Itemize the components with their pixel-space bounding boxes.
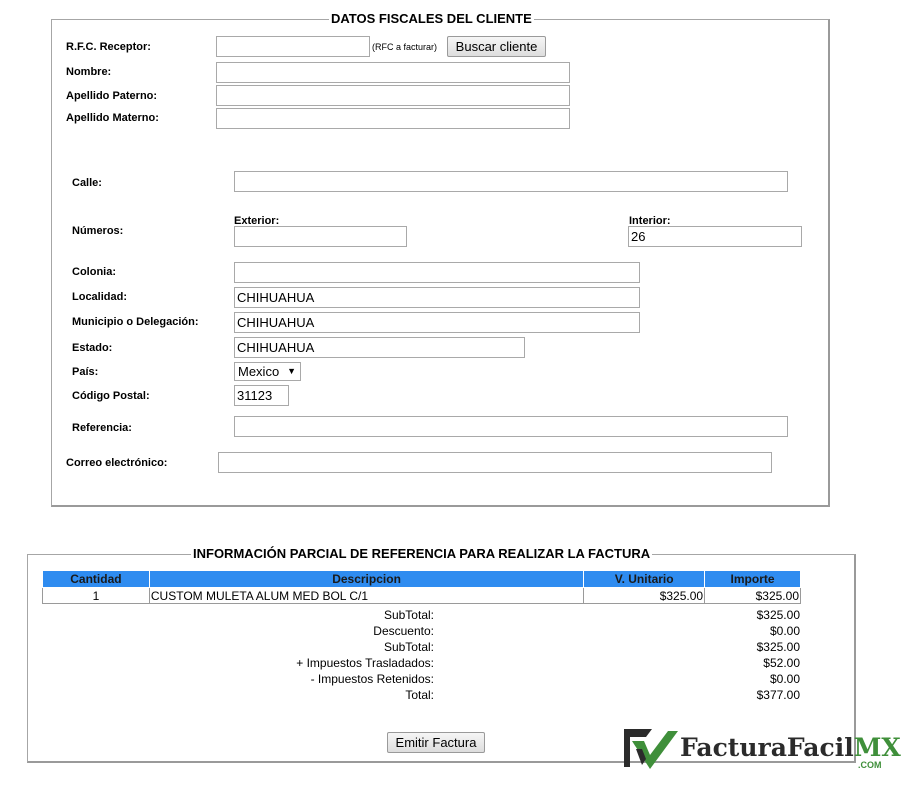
traslados-value: $52.00 (763, 656, 800, 670)
descuento-label: Descuento: (373, 624, 434, 638)
descuento-value: $0.00 (769, 624, 800, 638)
invoice-legend: INFORMACIÓN PARCIAL DE REFERENCIA PARA R… (191, 546, 653, 562)
referencia-input[interactable] (234, 416, 788, 437)
municipio-input[interactable]: CHIHUAHUA (234, 312, 640, 333)
correo-input[interactable] (218, 452, 772, 473)
apellido-materno-input[interactable] (216, 108, 570, 129)
apellido-paterno-input[interactable] (216, 85, 570, 106)
correo-label: Correo electrónico: (66, 457, 168, 469)
col-descripcion: Descripcion (148, 570, 585, 588)
colonia-label: Colonia: (72, 266, 116, 278)
subtotal2-label: SubTotal: (383, 640, 434, 654)
calle-label: Calle: (72, 177, 102, 189)
exterior-input[interactable] (234, 226, 407, 247)
cell-cantidad: 1 (42, 587, 150, 604)
estado-input[interactable]: CHIHUAHUA (234, 337, 525, 358)
interior-input[interactable]: 26 (628, 226, 802, 247)
subtotal2-value: $325.00 (756, 640, 800, 654)
cell-descripcion: CUSTOM MULETA ALUM MED BOL C/1 (148, 587, 585, 604)
municipio-label: Municipio o Delegación: (72, 316, 199, 328)
logo-name-part1: FacturaFacil (680, 733, 854, 762)
total-label: Total: (405, 688, 434, 702)
subtotal-value: $325.00 (756, 608, 800, 622)
items-header-row: Cantidad Descripcion V. Unitario Importe (42, 570, 801, 588)
search-client-button[interactable]: Buscar cliente (447, 36, 546, 57)
cell-importe: $325.00 (704, 587, 801, 604)
logo-mark-icon (624, 729, 678, 769)
calle-input[interactable] (234, 171, 788, 192)
table-row: 1 CUSTOM MULETA ALUM MED BOL C/1 $325.00… (42, 587, 801, 604)
col-unitario: V. Unitario (583, 570, 706, 588)
dropdown-arrow-icon: ▼ (287, 366, 296, 376)
emit-invoice-button[interactable]: Emitir Factura (387, 732, 485, 753)
referencia-label: Referencia: (72, 422, 132, 434)
nombre-input[interactable] (216, 62, 570, 83)
rfc-hint: (RFC a facturar) (372, 42, 438, 52)
rfc-label: R.F.C. Receptor: (66, 41, 151, 53)
fiscal-legend: DATOS FISCALES DEL CLIENTE (329, 11, 534, 27)
apellido-paterno-label: Apellido Paterno: (66, 90, 158, 102)
logo-suffix: .COM (858, 760, 882, 770)
localidad-input[interactable]: CHIHUAHUA (234, 287, 640, 308)
cp-label: Código Postal: (72, 390, 150, 402)
rfc-input[interactable] (216, 36, 370, 57)
cp-input[interactable]: 31123 (234, 385, 289, 406)
nombre-label: Nombre: (66, 66, 112, 78)
cell-unitario: $325.00 (583, 587, 706, 604)
numeros-label: Números: (72, 225, 124, 237)
col-importe: Importe (704, 570, 801, 588)
total-value: $377.00 (756, 688, 800, 702)
brand-logo: FacturaFacilMX .COM (622, 727, 901, 773)
localidad-label: Localidad: (72, 291, 128, 303)
col-cantidad: Cantidad (42, 570, 150, 588)
pais-label: País: (72, 366, 99, 378)
subtotal-label: SubTotal: (383, 608, 434, 622)
retenidos-value: $0.00 (769, 672, 800, 686)
estado-label: Estado: (72, 342, 113, 354)
retenidos-label: - Impuestos Retenidos: (310, 672, 434, 686)
items-table: Cantidad Descripcion V. Unitario Importe… (42, 570, 801, 604)
pais-select-value: Mexico (238, 364, 280, 379)
logo-name-part2: MX (853, 733, 901, 762)
traslados-label: + Impuestos Trasladados: (296, 656, 434, 670)
logo-text: FacturaFacilMX (680, 733, 901, 762)
pais-select[interactable]: Mexico ▼ (234, 362, 301, 381)
apellido-materno-label: Apellido Materno: (66, 112, 159, 124)
colonia-input[interactable] (234, 262, 640, 283)
